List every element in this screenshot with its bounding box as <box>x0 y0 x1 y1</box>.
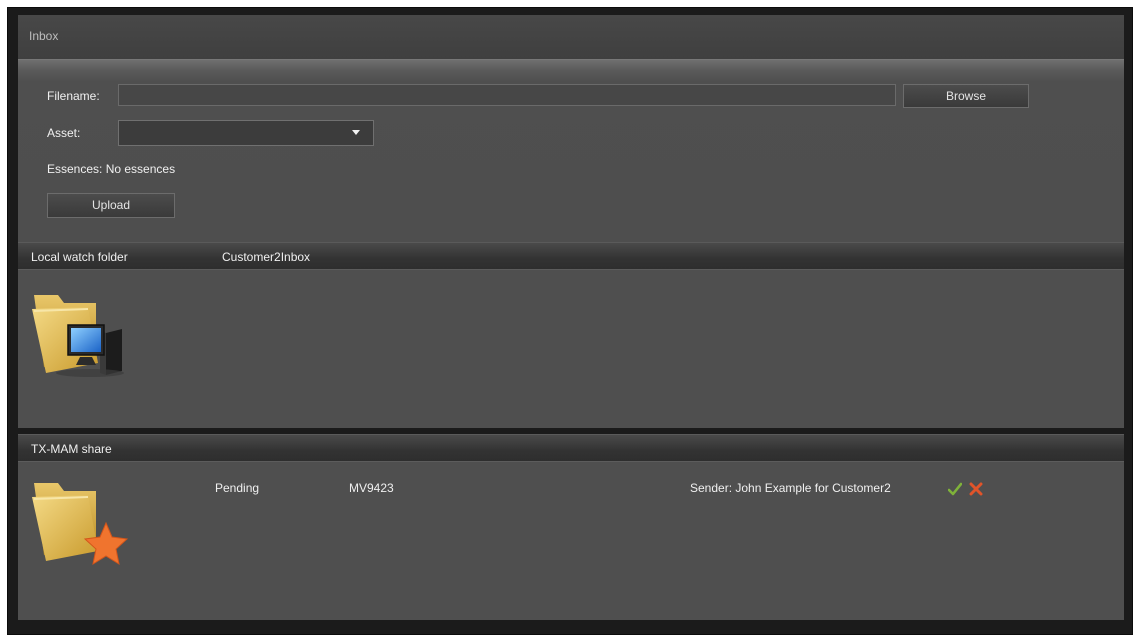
local-watch-folder-header: Local watch folder Customer2Inbox <box>18 242 1124 269</box>
item-id: MV9423 <box>349 481 394 495</box>
local-watch-folder-title: Local watch folder <box>31 250 128 264</box>
upload-panel: Filename: Browse Asset: Essences: No ess… <box>18 59 1124 242</box>
upload-button[interactable]: Upload <box>47 193 175 218</box>
tx-mam-share-header: TX-MAM share <box>18 434 1124 461</box>
item-sender: Sender: John Example for Customer2 <box>690 481 891 495</box>
tx-mam-share-body: Pending MV9423 Sender: John Example for … <box>18 461 1124 620</box>
watch-folder-name: Customer2Inbox <box>222 250 311 264</box>
chevron-down-icon <box>352 130 360 135</box>
essences-text: Essences: No essences <box>47 162 176 176</box>
filename-label: Filename: <box>47 89 100 103</box>
local-watch-folder-body <box>18 269 1124 428</box>
tx-mam-share-title: TX-MAM share <box>31 442 112 456</box>
asset-dropdown[interactable] <box>118 120 374 146</box>
inbox-title-bar: Inbox <box>18 15 1124 59</box>
item-status: Pending <box>215 481 260 495</box>
folder-star-icon[interactable] <box>30 479 130 569</box>
check-icon[interactable] <box>948 482 962 496</box>
x-icon[interactable] <box>969 482 983 496</box>
app-frame: Inbox Filename: Browse Asset: Essences: … <box>7 7 1133 635</box>
filename-input[interactable] <box>118 84 896 106</box>
folder-computer-icon[interactable] <box>30 289 130 381</box>
browse-button[interactable]: Browse <box>903 84 1029 108</box>
inbox-title: Inbox <box>29 29 59 43</box>
asset-label: Asset: <box>47 126 81 140</box>
